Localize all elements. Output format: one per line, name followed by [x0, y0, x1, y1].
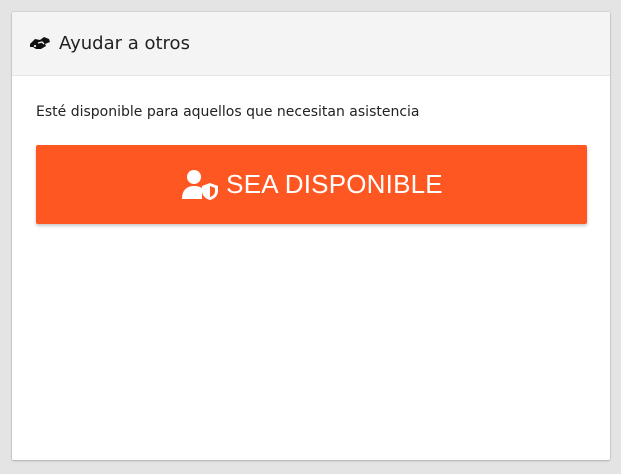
helping-hands-icon [27, 34, 53, 54]
card-body: Esté disponible para aquellos que necesi… [12, 76, 610, 224]
be-available-label: SEA DISPONIBLE [226, 169, 443, 199]
be-available-button[interactable]: SEA DISPONIBLE [36, 145, 587, 224]
panel-title: Ayudar a otros [59, 33, 190, 54]
help-others-card: Ayudar a otros Esté disponible para aque… [12, 12, 610, 460]
card-header: Ayudar a otros [12, 12, 610, 76]
panel-description: Esté disponible para aquellos que necesi… [36, 104, 420, 120]
user-shield-icon [180, 168, 220, 202]
